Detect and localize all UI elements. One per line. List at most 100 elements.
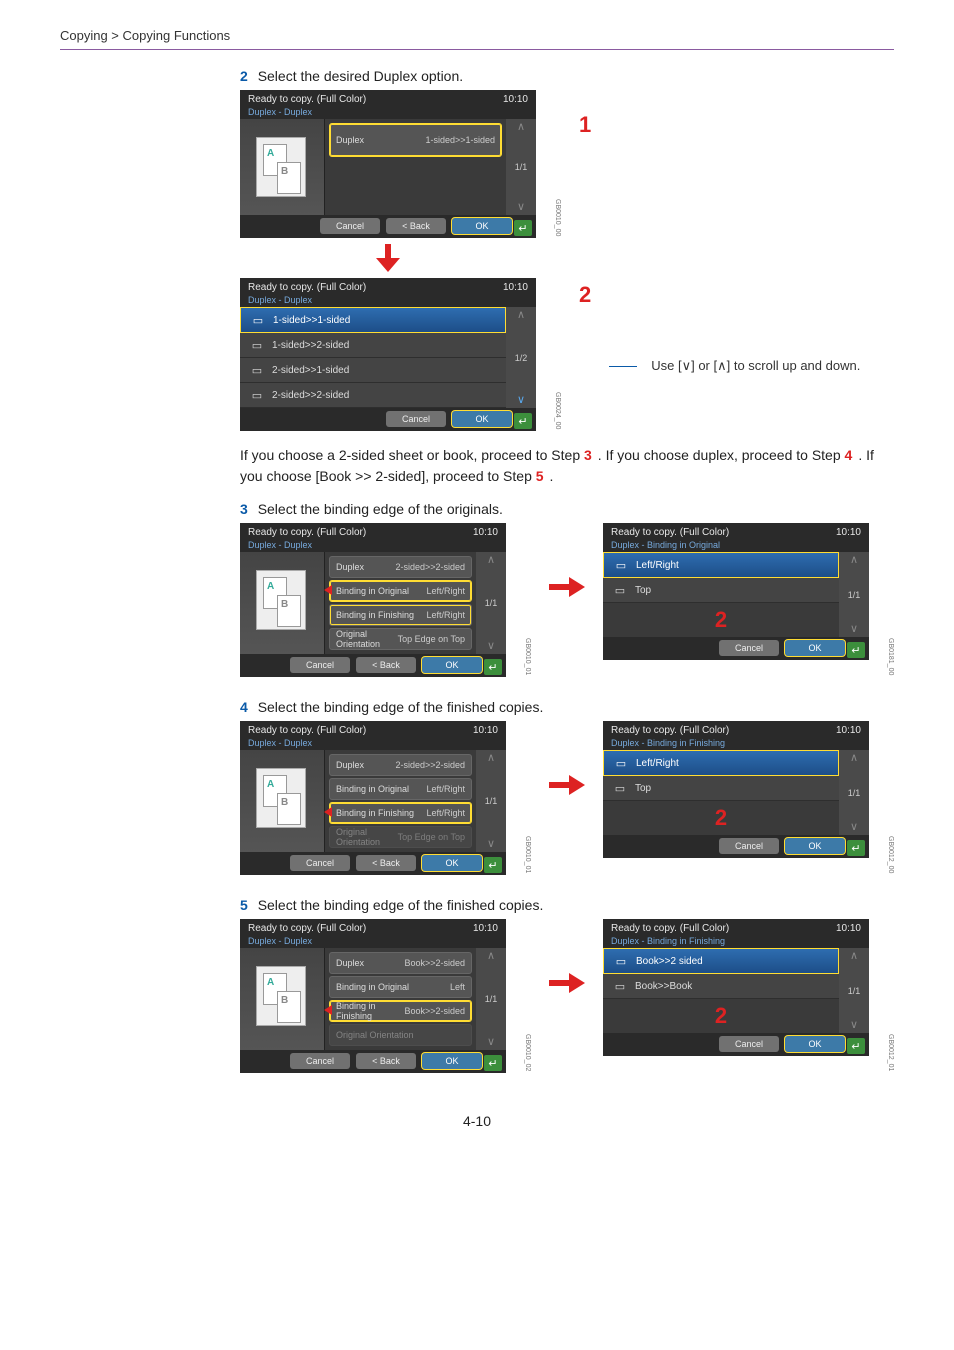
panel-subtitle: Duplex - Duplex — [240, 540, 506, 552]
setting-row-binding-finishing[interactable]: Binding in FinishingLeft/Right — [329, 604, 472, 626]
book-option-item[interactable]: ▭Book>>Book — [603, 974, 839, 999]
duplex-mode-icon: ▭ — [249, 313, 267, 327]
setting-row-duplex[interactable]: DuplexBook>>2-sided — [329, 952, 472, 974]
setting-row-binding-finishing[interactable]: Binding in FinishingLeft/Right — [329, 802, 472, 824]
chevron-down-icon[interactable]: ∨ — [850, 1019, 858, 1031]
step-number: 5 — [240, 897, 248, 913]
chevron-down-icon[interactable]: ∨ — [850, 821, 858, 833]
setting-row-binding-original[interactable]: Binding in OriginalLeft — [329, 976, 472, 998]
back-button[interactable]: < Back — [356, 657, 416, 673]
setting-row-binding-original[interactable]: Binding in OriginalLeft/Right — [329, 580, 472, 602]
chevron-down-icon[interactable]: ∨ — [517, 394, 525, 406]
book-option-item[interactable]: ▭Book>>2 sided — [603, 948, 839, 974]
chevron-down-icon[interactable]: ∨ — [487, 1036, 495, 1048]
step-5-heading: 5 Select the binding edge of the finishe… — [240, 897, 894, 913]
chevron-up-icon[interactable]: ∧ — [517, 121, 525, 133]
cancel-button[interactable]: Cancel — [290, 1053, 350, 1069]
duplex-list-item[interactable]: ▭ 2-sided>>1-sided — [240, 358, 506, 383]
ok-button[interactable]: OK — [422, 855, 482, 871]
setting-row-orientation[interactable]: Original Orientation — [329, 1024, 472, 1046]
setting-row-binding-finishing[interactable]: Binding in FinishingBook>>2-sided — [329, 1000, 472, 1022]
row-value: Left/Right — [426, 808, 465, 818]
chevron-down-icon[interactable]: ∨ — [487, 838, 495, 850]
row-value: Book>>2-sided — [404, 1006, 465, 1016]
back-button[interactable]: < Back — [386, 218, 446, 234]
enter-key-icon: ↵ — [847, 840, 865, 856]
duplex-list-item[interactable]: ▭1-sided>>2-sided — [240, 333, 506, 358]
cancel-button[interactable]: Cancel — [320, 218, 380, 234]
enter-key-icon: ↵ — [484, 1055, 502, 1071]
pager: ∧1/1∨ — [839, 552, 869, 637]
ok-button[interactable]: OK — [785, 1036, 845, 1052]
ok-button[interactable]: OK — [452, 218, 512, 234]
duplex-list-item[interactable]: ▭2-sided>>2-sided — [240, 383, 506, 408]
cancel-button[interactable]: Cancel — [386, 411, 446, 427]
enter-key-icon: ↵ — [514, 413, 532, 429]
row-label: Original Orientation — [336, 629, 398, 649]
cancel-button[interactable]: Cancel — [719, 640, 779, 656]
preview-image: AB — [240, 948, 325, 1050]
image-id: GB0024_00 — [554, 392, 561, 431]
item-text: 1-sided>>1-sided — [273, 315, 350, 326]
callout-2: 2 — [579, 282, 591, 308]
row-label: Binding in Original — [336, 982, 450, 992]
ok-button[interactable]: OK — [452, 411, 512, 427]
row-value: Top Edge on Top — [398, 634, 465, 644]
panel-subtitle: Duplex - Binding in Original — [603, 540, 869, 552]
chevron-up-icon[interactable]: ∧ — [487, 752, 495, 764]
status-text: Ready to copy. (Full Color) — [248, 923, 366, 934]
cancel-button[interactable]: Cancel — [290, 657, 350, 673]
ok-button[interactable]: OK — [785, 838, 845, 854]
status-text: Ready to copy. (Full Color) — [611, 725, 729, 736]
binding-option-item[interactable]: ▭Left/Right — [603, 750, 839, 776]
scroll-hint-text: Use [∨] or [∧] to scroll up and down. — [651, 358, 860, 374]
row-label: Binding in Original — [336, 586, 426, 596]
setting-row-orientation[interactable]: Original OrientationTop Edge on Top — [329, 628, 472, 650]
ok-button[interactable]: OK — [422, 1053, 482, 1069]
setting-row-duplex[interactable]: Duplex2-sided>>2-sided — [329, 754, 472, 776]
back-button[interactable]: < Back — [356, 855, 416, 871]
page-indicator: 1/1 — [848, 986, 861, 996]
chevron-down-icon[interactable]: ∨ — [850, 623, 858, 635]
chevron-up-icon[interactable]: ∧ — [850, 950, 858, 962]
item-text: Left/Right — [636, 560, 679, 571]
preview-image: AB — [240, 552, 325, 654]
preview-image: AB — [240, 750, 325, 852]
setting-row-duplex[interactable]: Duplex2-sided>>2-sided — [329, 556, 472, 578]
callout-2: 2 — [715, 1003, 727, 1029]
item-text: 2-sided>>2-sided — [272, 390, 349, 401]
chevron-down-icon[interactable]: ∨ — [517, 201, 525, 213]
row-label: Duplex — [336, 958, 404, 968]
cancel-button[interactable]: Cancel — [719, 838, 779, 854]
right-arrow-icon — [549, 919, 585, 1047]
cancel-button[interactable]: Cancel — [290, 855, 350, 871]
chevron-up-icon[interactable]: ∧ — [487, 950, 495, 962]
chevron-up-icon[interactable]: ∧ — [487, 554, 495, 566]
back-button[interactable]: < Back — [356, 1053, 416, 1069]
duplex-mode-icon: ▭ — [248, 363, 266, 377]
chevron-up-icon[interactable]: ∧ — [850, 752, 858, 764]
setting-row-orientation[interactable]: Original OrientationTop Edge on Top — [329, 826, 472, 848]
book-binding-select-panel: Ready to copy. (Full Color)10:10 Duplex … — [603, 919, 869, 1056]
row-label: Duplex — [336, 760, 395, 770]
chevron-down-icon[interactable]: ∨ — [487, 640, 495, 652]
duplex-option-button[interactable]: Duplex 1-sided>>1-sided — [329, 123, 502, 157]
item-text: 2-sided>>1-sided — [272, 365, 349, 376]
step-text: Select the binding edge of the finished … — [258, 699, 544, 715]
duplex-list-item[interactable]: ▭ 1-sided>>1-sided — [240, 307, 506, 333]
step-text: Select the binding edge of the finished … — [258, 897, 544, 913]
binding-option-item[interactable]: ▭Top — [603, 776, 839, 801]
binding-option-item[interactable]: ▭Top — [603, 578, 839, 603]
chevron-up-icon[interactable]: ∧ — [517, 309, 525, 321]
setting-row-binding-original[interactable]: Binding in OriginalLeft/Right — [329, 778, 472, 800]
ok-button[interactable]: OK — [785, 640, 845, 656]
time-text: 10:10 — [836, 527, 861, 538]
image-id: GB0010_02 — [524, 1034, 531, 1073]
ok-button[interactable]: OK — [422, 657, 482, 673]
panel-subtitle: Duplex - Duplex — [240, 738, 506, 750]
cancel-button[interactable]: Cancel — [719, 1036, 779, 1052]
step-number: 4 — [240, 699, 248, 715]
binding-option-item[interactable]: ▭Left/Right — [603, 552, 839, 578]
chevron-up-icon[interactable]: ∧ — [850, 554, 858, 566]
breadcrumb: Copying > Copying Functions — [60, 28, 894, 50]
